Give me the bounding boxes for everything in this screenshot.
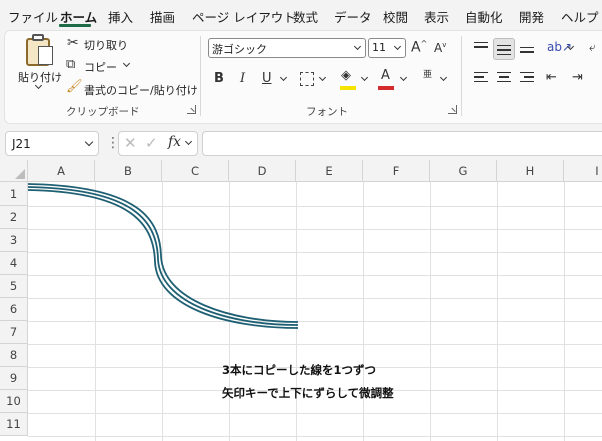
underline-button[interactable]: U bbox=[262, 72, 272, 85]
scissors-icon: ✂ bbox=[67, 35, 79, 51]
group-divider bbox=[461, 36, 462, 116]
decrease-indent-icon[interactable]: ⇤ bbox=[546, 71, 557, 84]
name-box-value: J21 bbox=[12, 137, 31, 151]
tab-view[interactable]: 表示 bbox=[424, 7, 449, 26]
tab-file[interactable]: ファイル bbox=[8, 7, 58, 26]
clipboard-group-label: クリップボード bbox=[66, 106, 140, 118]
clipboard-launcher-icon[interactable] bbox=[187, 105, 196, 114]
sheet-grid[interactable]: A B C D E F G H I 1 2 3 4 5 6 7 8 9 10 1… bbox=[0, 160, 602, 441]
tab-insert[interactable]: 挿入 bbox=[108, 7, 133, 26]
bold-button[interactable]: B bbox=[214, 72, 224, 85]
annotation-line-2: 矢印キーで上下にずらして微調整 bbox=[222, 386, 394, 400]
cancel-icon[interactable]: ✕ bbox=[124, 136, 137, 151]
copy-label: コピー bbox=[84, 61, 117, 74]
paper-icon-part bbox=[38, 46, 53, 65]
enter-icon[interactable]: ✓ bbox=[145, 136, 158, 151]
formula-input[interactable] bbox=[202, 131, 602, 156]
annotation-line-1: 3本にコピーした線を1つずつ bbox=[222, 363, 377, 377]
tab-draw[interactable]: 描画 bbox=[150, 7, 175, 26]
paintbrush-icon: 🖌 bbox=[66, 79, 83, 94]
align-left-button[interactable] bbox=[470, 68, 492, 90]
font-name-value: 游ゴシック bbox=[212, 43, 267, 56]
align-top-button[interactable] bbox=[470, 38, 492, 60]
group-divider bbox=[200, 36, 201, 116]
font-color-swatch bbox=[378, 86, 394, 90]
tab-review[interactable]: 校閲 bbox=[383, 7, 408, 26]
active-tab-indicator bbox=[59, 24, 91, 27]
font-color-icon[interactable]: A bbox=[381, 69, 390, 82]
increase-indent-icon[interactable]: ⇥ bbox=[572, 71, 583, 84]
insert-function-icon[interactable]: fx bbox=[168, 135, 181, 149]
tab-formulas[interactable]: 数式 bbox=[293, 7, 318, 26]
fill-bucket-icon[interactable]: ◈ bbox=[341, 69, 351, 82]
curve-line-3 bbox=[27, 189, 299, 329]
align-right-button[interactable] bbox=[516, 68, 538, 90]
grow-font-icon[interactable]: A^ bbox=[411, 40, 427, 55]
curve-line-2 bbox=[27, 186, 299, 326]
align-bottom-button[interactable] bbox=[516, 38, 538, 60]
align-center-button[interactable] bbox=[493, 68, 515, 90]
tab-page-layout[interactable]: ページ レイアウト bbox=[192, 7, 296, 26]
tab-data[interactable]: データ bbox=[334, 7, 372, 26]
curve-line-1 bbox=[27, 183, 299, 323]
font-group-label: フォント bbox=[306, 106, 348, 118]
borders-icon[interactable] bbox=[300, 72, 314, 86]
menu-bar: ファイル ホーム 挿入 描画 ページ レイアウト 数式 データ 校閲 表示 自動… bbox=[0, 0, 602, 30]
font-size-value: 11 bbox=[372, 41, 386, 54]
fill-color-swatch bbox=[340, 86, 356, 90]
tab-help[interactable]: ヘルプ bbox=[561, 7, 599, 26]
copy-icon: ⧉ bbox=[66, 57, 76, 72]
italic-button[interactable]: I bbox=[240, 72, 245, 85]
cut-label: 切り取り bbox=[84, 39, 128, 52]
tab-developer[interactable]: 開発 bbox=[519, 7, 544, 26]
shrink-font-icon[interactable]: Av bbox=[434, 42, 446, 55]
align-middle-button[interactable] bbox=[493, 38, 515, 60]
font-launcher-icon[interactable] bbox=[448, 105, 457, 114]
tab-automate[interactable]: 自動化 bbox=[465, 7, 503, 26]
format-painter-label: 書式のコピー/貼り付け bbox=[84, 84, 198, 97]
wrap-text-icon[interactable]: ⤶ bbox=[589, 41, 596, 53]
clip-icon-part bbox=[32, 34, 44, 41]
phonetic-guide-icon[interactable]: 亜 bbox=[423, 71, 432, 80]
